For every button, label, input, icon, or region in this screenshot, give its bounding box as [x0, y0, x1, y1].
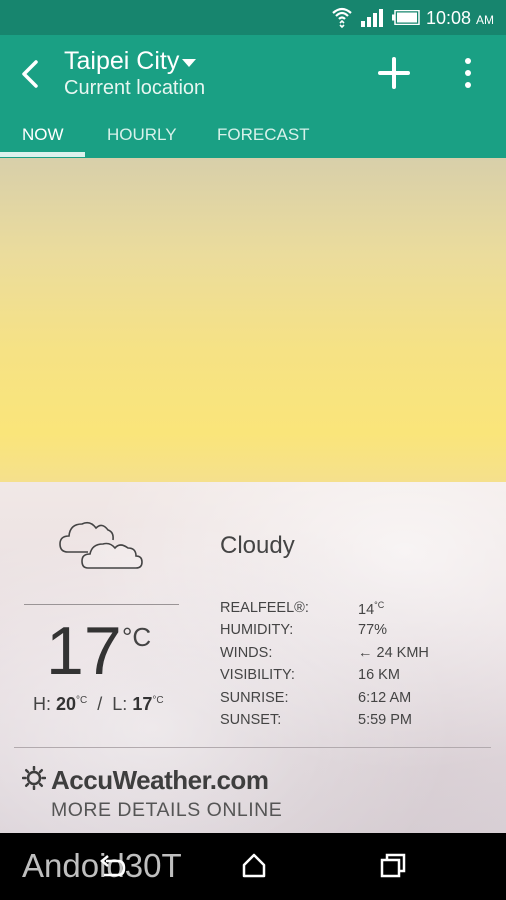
cloudy-icon	[59, 521, 143, 569]
status-time: 10:08 AM	[425, 8, 494, 28]
condition-text: Cloudy	[220, 532, 295, 559]
current-conditions-panel: Cloudy 17 °C H: 20°C / L: 17°C REALFEEL®…	[0, 482, 506, 833]
divider	[24, 604, 179, 605]
battery-icon	[392, 10, 420, 25]
current-temperature: 17	[46, 613, 122, 689]
status-bar: 10:08 AM	[0, 0, 506, 35]
more-options-icon[interactable]	[458, 55, 478, 91]
divider	[14, 747, 491, 748]
nav-recent-apps-icon[interactable]	[379, 851, 407, 879]
location-subtitle: Current location	[64, 77, 206, 99]
tab-forecast[interactable]: FORECAST	[217, 125, 310, 145]
city-name[interactable]: Taipei City	[64, 47, 179, 76]
add-icon[interactable]	[376, 55, 412, 91]
wifi-icon	[332, 7, 352, 29]
high-low-temps: H: 20°C / L: 17°C	[33, 694, 164, 714]
weather-background	[0, 158, 506, 482]
back-arrow-icon[interactable]	[16, 57, 46, 91]
tab-now[interactable]: NOW	[22, 125, 64, 145]
watermark-text: Andoid30T	[22, 847, 182, 884]
signal-icon	[361, 9, 383, 27]
accuweather-logo[interactable]: AccuWeather.com	[51, 765, 269, 796]
tab-hourly[interactable]: HOURLY	[107, 125, 177, 145]
navigation-bar: Andoid30T	[0, 833, 506, 900]
city-dropdown-icon[interactable]	[182, 59, 196, 67]
more-details-link[interactable]: MORE DETAILS ONLINE	[51, 799, 282, 822]
nav-home-icon[interactable]	[240, 851, 268, 879]
tab-indicator	[0, 152, 85, 157]
app-bar: Taipei City Current location NOW HOURLY …	[0, 35, 506, 158]
accuweather-sun-icon	[22, 766, 46, 790]
temperature-unit: °C	[122, 622, 152, 652]
